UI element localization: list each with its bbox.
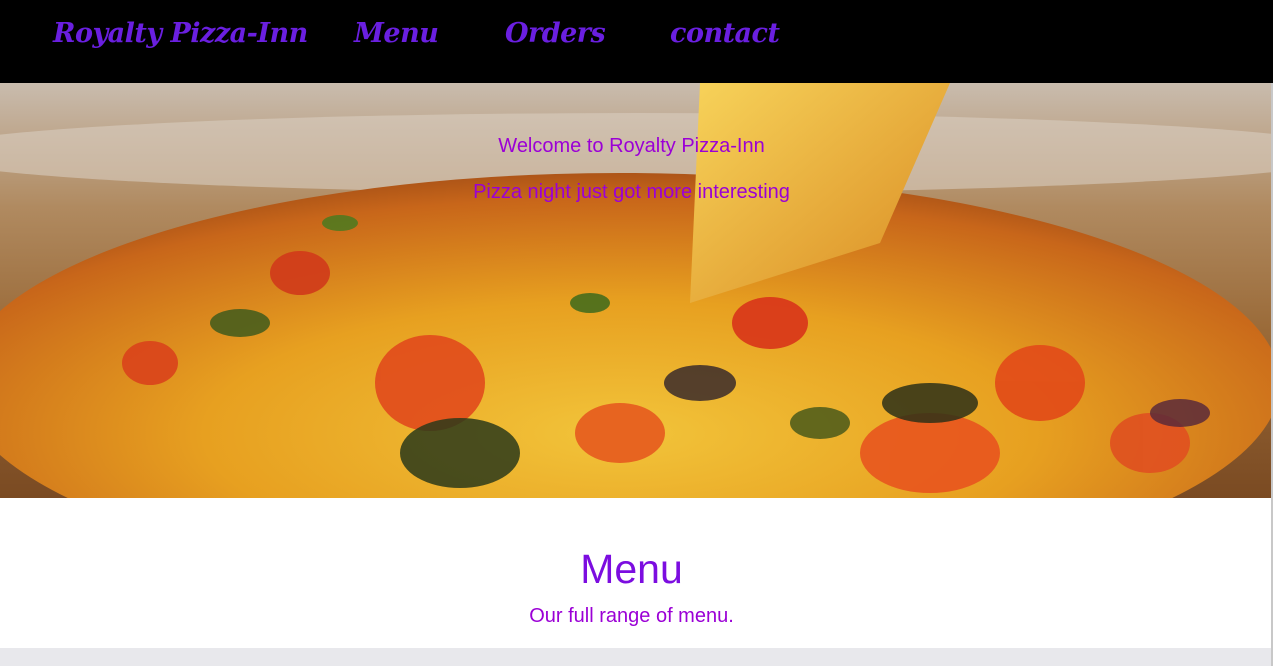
menu-section: Menu Our full range of menu. [0,498,1271,648]
hero-tagline: Pizza night just got more interesting [473,181,790,203]
nav-link-orders[interactable]: Orders [505,18,606,49]
nav-link-contact[interactable]: contact [670,18,780,49]
top-navbar: Royalty Pizza-Inn Menu Orders contact [0,0,1273,83]
brand-link[interactable]: Royalty Pizza-Inn [53,18,308,49]
nav-link-menu[interactable]: Menu [354,18,439,49]
hero-banner: Welcome to Royalty Pizza-Inn Pizza night… [0,83,1271,498]
hero-welcome: Welcome to Royalty Pizza-Inn [498,135,765,157]
menu-heading: Menu [580,546,683,592]
menu-subtitle: Our full range of menu. [529,605,734,627]
next-section-strip [0,648,1271,666]
